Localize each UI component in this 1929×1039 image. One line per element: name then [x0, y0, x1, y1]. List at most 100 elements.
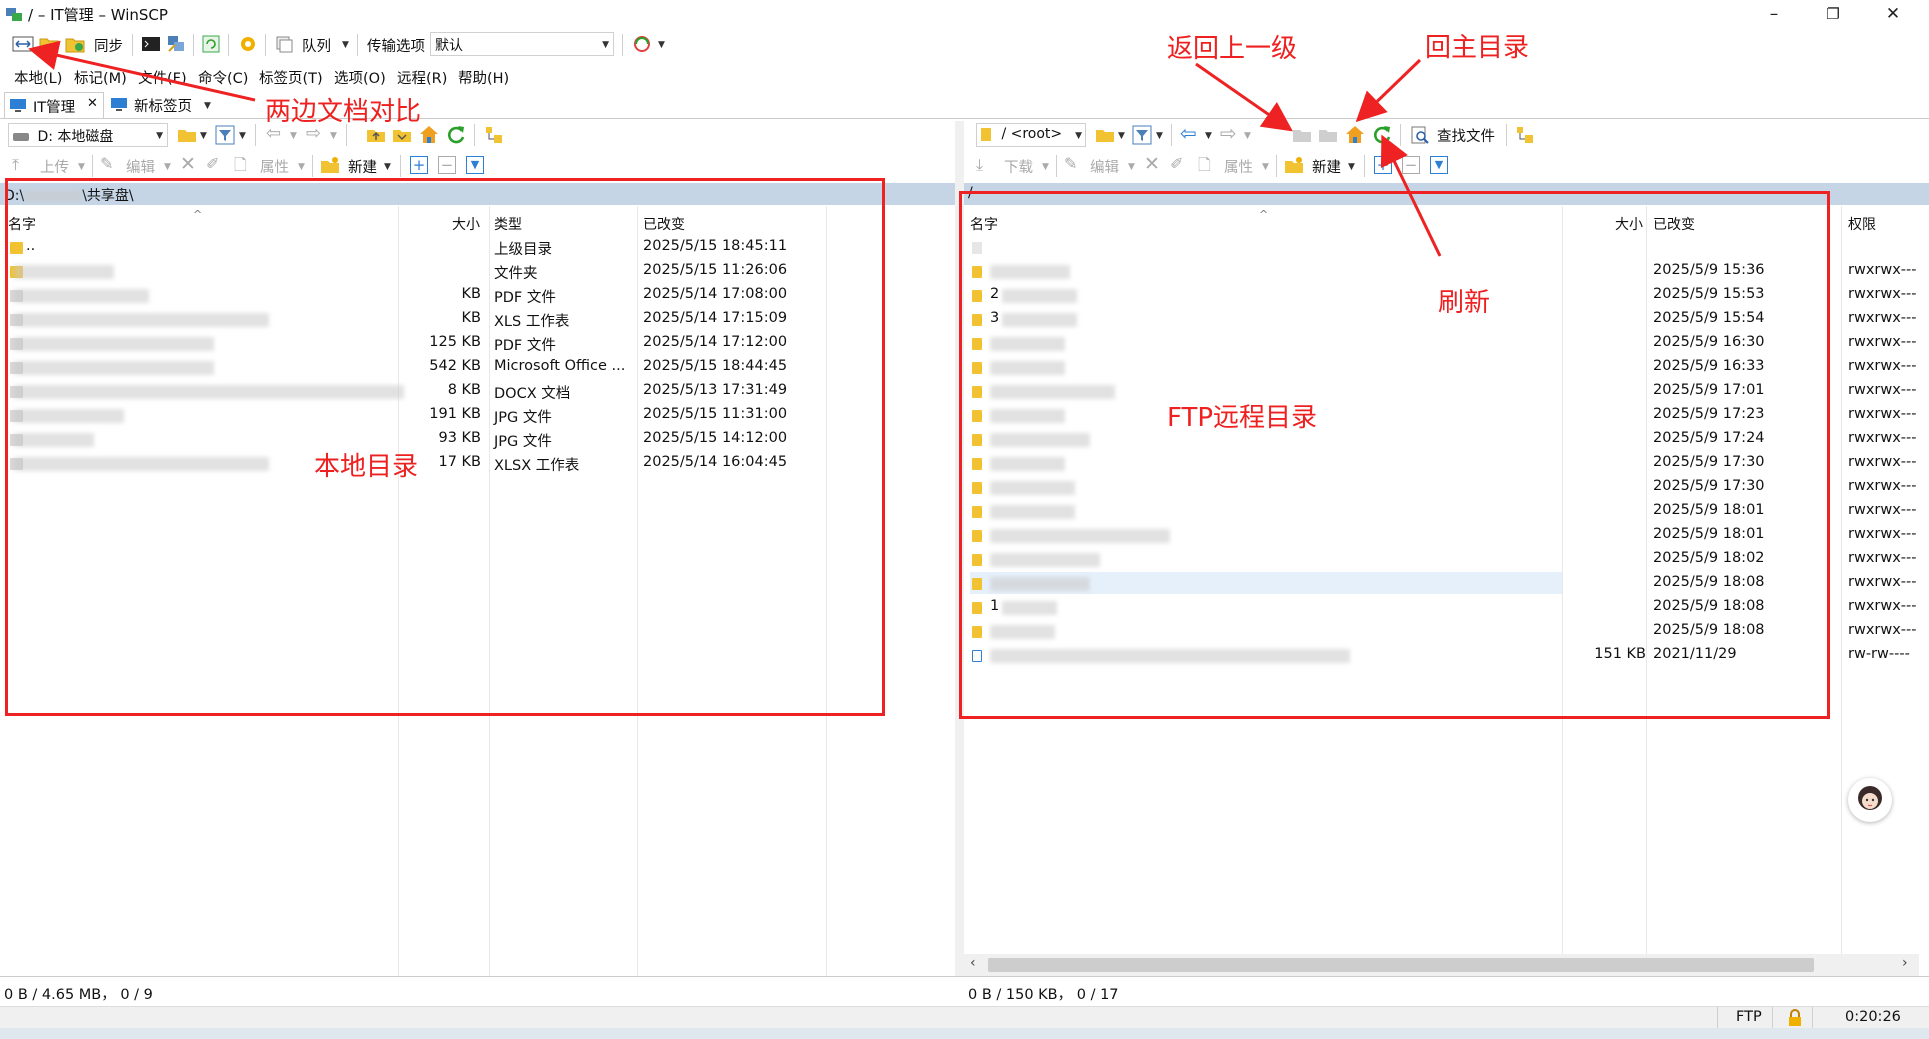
remote-dir-select[interactable]: / <root> ▼	[976, 123, 1086, 147]
menu-options[interactable]: 选项(O)	[334, 67, 386, 88]
home-icon[interactable]	[418, 124, 440, 145]
download-icon[interactable]: ⤓	[976, 155, 983, 175]
delete-icon[interactable]: ✕	[180, 153, 196, 175]
filter-icon[interactable]	[215, 125, 235, 145]
preferences-gear-icon[interactable]	[238, 34, 258, 54]
remote-select-all-icon[interactable]: +	[1374, 156, 1392, 174]
lock-icon[interactable]	[1787, 1009, 1803, 1027]
menu-tabs[interactable]: 标签页(T)	[259, 67, 323, 88]
edit-label[interactable]: 编辑	[126, 156, 155, 177]
sync-label[interactable]: 同步	[94, 35, 123, 56]
new-tab-dropdown-icon[interactable]: ▼	[204, 101, 211, 111]
queue-dropdown-icon[interactable]: ▼	[342, 40, 349, 50]
keep-remote-up-to-date-icon[interactable]	[201, 34, 221, 54]
edit-dropdown-icon[interactable]: ▼	[164, 162, 171, 172]
putty-icon[interactable]	[166, 34, 186, 54]
open-folder-icon[interactable]	[177, 125, 197, 145]
scroll-right-icon[interactable]: ›	[1902, 955, 1908, 971]
remote-forward-dropdown-icon[interactable]: ▼	[1244, 131, 1251, 141]
remote-properties-label[interactable]: 属性	[1224, 156, 1253, 177]
remote-open-folder-icon[interactable]	[1095, 125, 1115, 145]
menu-mark[interactable]: 标记(M)	[74, 67, 127, 88]
remote-rename-icon[interactable]: ✐	[1170, 154, 1183, 173]
download-dropdown-icon[interactable]: ▼	[1042, 162, 1049, 172]
remote-edit-icon[interactable]: ✎	[1064, 154, 1077, 173]
remote-filter-selection-icon[interactable]: ▼	[1430, 156, 1448, 174]
new-label[interactable]: 新建	[348, 156, 377, 177]
menu-remote[interactable]: 远程(R)	[397, 67, 447, 88]
select-all-icon[interactable]: +	[410, 156, 428, 174]
sync-globe-dropdown-icon[interactable]: ▼	[658, 40, 665, 50]
remote-new-dropdown-icon[interactable]: ▼	[1348, 162, 1355, 172]
assistant-avatar[interactable]	[1848, 778, 1892, 822]
root-directory-icon[interactable]	[392, 125, 412, 145]
remote-open-folder-dropdown-icon[interactable]: ▼	[1118, 131, 1125, 141]
local-drive-select[interactable]: D: 本地磁盘 ▼	[8, 123, 168, 147]
refresh-icon[interactable]	[446, 124, 467, 145]
remote-back-dropdown-icon[interactable]: ▼	[1205, 131, 1212, 141]
remote-tree-view-icon[interactable]	[1515, 125, 1535, 145]
menu-help[interactable]: 帮助(H)	[458, 67, 509, 88]
new-folder-icon[interactable]	[320, 155, 340, 175]
synchronize-browsing-icon[interactable]	[38, 34, 60, 54]
properties-icon[interactable]: 🗋	[234, 154, 247, 181]
remote-new-label[interactable]: 新建	[1312, 156, 1341, 177]
remote-unselect-icon[interactable]: −	[1402, 156, 1420, 174]
tab-new[interactable]: 新标签页 ▼	[108, 92, 214, 118]
synchronize-icon[interactable]	[64, 34, 86, 54]
new-dropdown-icon[interactable]: ▼	[384, 162, 391, 172]
remote-filter-dropdown-icon[interactable]: ▼	[1156, 131, 1163, 141]
unselect-icon[interactable]: −	[438, 156, 456, 174]
back-dropdown-icon[interactable]: ▼	[290, 131, 297, 141]
tree-view-icon[interactable]	[484, 125, 504, 145]
edit-icon[interactable]: ✎	[100, 154, 113, 173]
properties-label[interactable]: 属性	[260, 156, 289, 177]
remote-new-folder-icon[interactable]	[1284, 155, 1304, 175]
find-files-label[interactable]: 查找文件	[1437, 125, 1495, 146]
remote-horizontal-scrollbar[interactable]: ‹ ›	[964, 954, 1919, 976]
remote-parent-directory-icon[interactable]	[1292, 125, 1312, 145]
filter-dropdown-icon[interactable]: ▼	[239, 131, 246, 141]
queue-label[interactable]: 队列	[302, 35, 331, 56]
tab-it-admin[interactable]: IT管理 ✕	[4, 92, 104, 118]
remote-col-rights-header[interactable]: 权限	[1848, 214, 1876, 234]
remote-back-arrow-icon[interactable]: ⇦	[1180, 121, 1197, 145]
forward-dropdown-icon[interactable]: ▼	[330, 131, 337, 141]
tab-label: IT管理	[33, 100, 76, 116]
upload-dropdown-icon[interactable]: ▼	[78, 162, 85, 172]
find-files-icon[interactable]	[1410, 125, 1430, 145]
remote-properties-icon[interactable]: 🗋	[1198, 154, 1211, 181]
scroll-left-icon[interactable]: ‹	[970, 955, 976, 971]
toolbar-separator	[1400, 124, 1401, 146]
download-label[interactable]: 下载	[1004, 156, 1033, 177]
remote-root-directory-icon[interactable]	[1318, 125, 1338, 145]
remote-forward-arrow-icon[interactable]: ⇨	[1220, 121, 1237, 145]
upload-label[interactable]: 上传	[40, 156, 69, 177]
open-folder-dropdown-icon[interactable]: ▼	[200, 131, 207, 141]
scrollbar-thumb[interactable]	[988, 958, 1814, 972]
remote-home-icon[interactable]	[1344, 124, 1366, 145]
menu-file[interactable]: 文件(F)	[138, 67, 187, 88]
filter-selection-icon[interactable]: ▼	[466, 156, 484, 174]
transfer-preset-select[interactable]: 默认 ▼	[430, 32, 614, 56]
parent-directory-icon[interactable]	[366, 125, 386, 145]
upload-icon[interactable]: ⤒	[12, 155, 19, 175]
menu-local[interactable]: 本地(L)	[14, 67, 62, 88]
maximize-button[interactable]: ❐	[1804, 0, 1862, 28]
tab-close-icon[interactable]: ✕	[87, 96, 98, 111]
remote-properties-dropdown-icon[interactable]: ▼	[1262, 162, 1269, 172]
remote-filter-icon[interactable]	[1132, 125, 1152, 145]
rename-icon[interactable]: ✐	[206, 154, 219, 173]
close-button[interactable]: ✕	[1864, 0, 1922, 28]
terminal-icon[interactable]	[141, 34, 161, 54]
compare-directories-icon[interactable]	[12, 34, 34, 54]
remote-edit-label[interactable]: 编辑	[1090, 156, 1119, 177]
queue-icon[interactable]	[274, 34, 294, 54]
sync-globe-icon[interactable]	[631, 34, 653, 54]
properties-dropdown-icon[interactable]: ▼	[298, 162, 305, 172]
remote-refresh-icon[interactable]	[1372, 124, 1393, 145]
menu-commands[interactable]: 命令(C)	[198, 67, 248, 88]
minimize-button[interactable]: –	[1745, 0, 1803, 28]
remote-delete-icon[interactable]: ✕	[1144, 153, 1160, 175]
remote-edit-dropdown-icon[interactable]: ▼	[1128, 162, 1135, 172]
